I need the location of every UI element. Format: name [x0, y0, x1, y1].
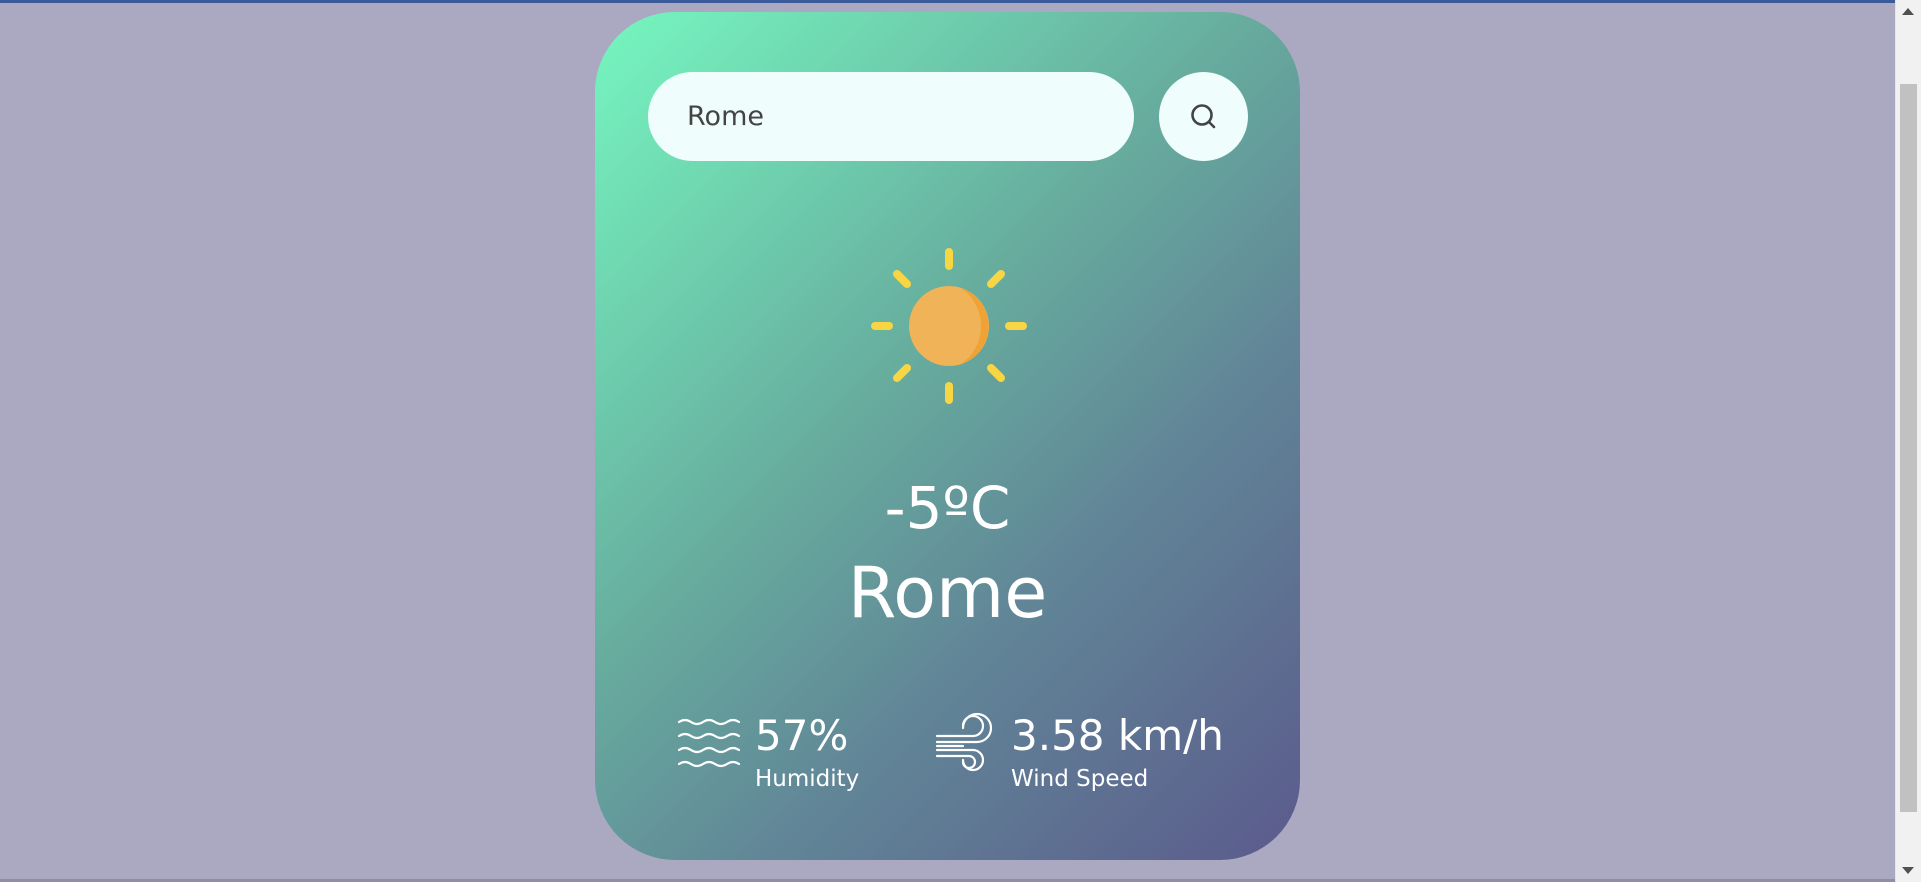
wind-icon [935, 712, 993, 772]
wind-detail: 3.58 km/h Wind Speed [933, 712, 1224, 792]
scroll-down-arrow-icon[interactable] [1902, 867, 1914, 874]
scroll-up-arrow-icon[interactable] [1902, 8, 1914, 15]
city-name: Rome [847, 552, 1048, 634]
weather-card: -5ºC Rome 57% Humidity 3. [595, 12, 1300, 860]
search-field[interactable] [648, 72, 1134, 161]
wind-speed-label: Wind Speed [1011, 766, 1149, 792]
vertical-scrollbar[interactable] [1895, 0, 1921, 882]
window-top-border [0, 0, 1921, 3]
sun-icon [871, 248, 1027, 404]
search-button[interactable] [1159, 72, 1248, 161]
humidity-waves-icon [677, 718, 741, 768]
search-icon [1190, 103, 1215, 128]
search-input[interactable] [685, 100, 1109, 133]
temperature-value: -5ºC [884, 474, 1011, 542]
wind-speed-value: 3.58 km/h [1011, 711, 1224, 760]
humidity-value: 57% [755, 711, 849, 760]
scrollbar-thumb[interactable] [1900, 84, 1917, 812]
humidity-label: Humidity [755, 766, 860, 792]
humidity-detail: 57% Humidity [677, 712, 859, 792]
